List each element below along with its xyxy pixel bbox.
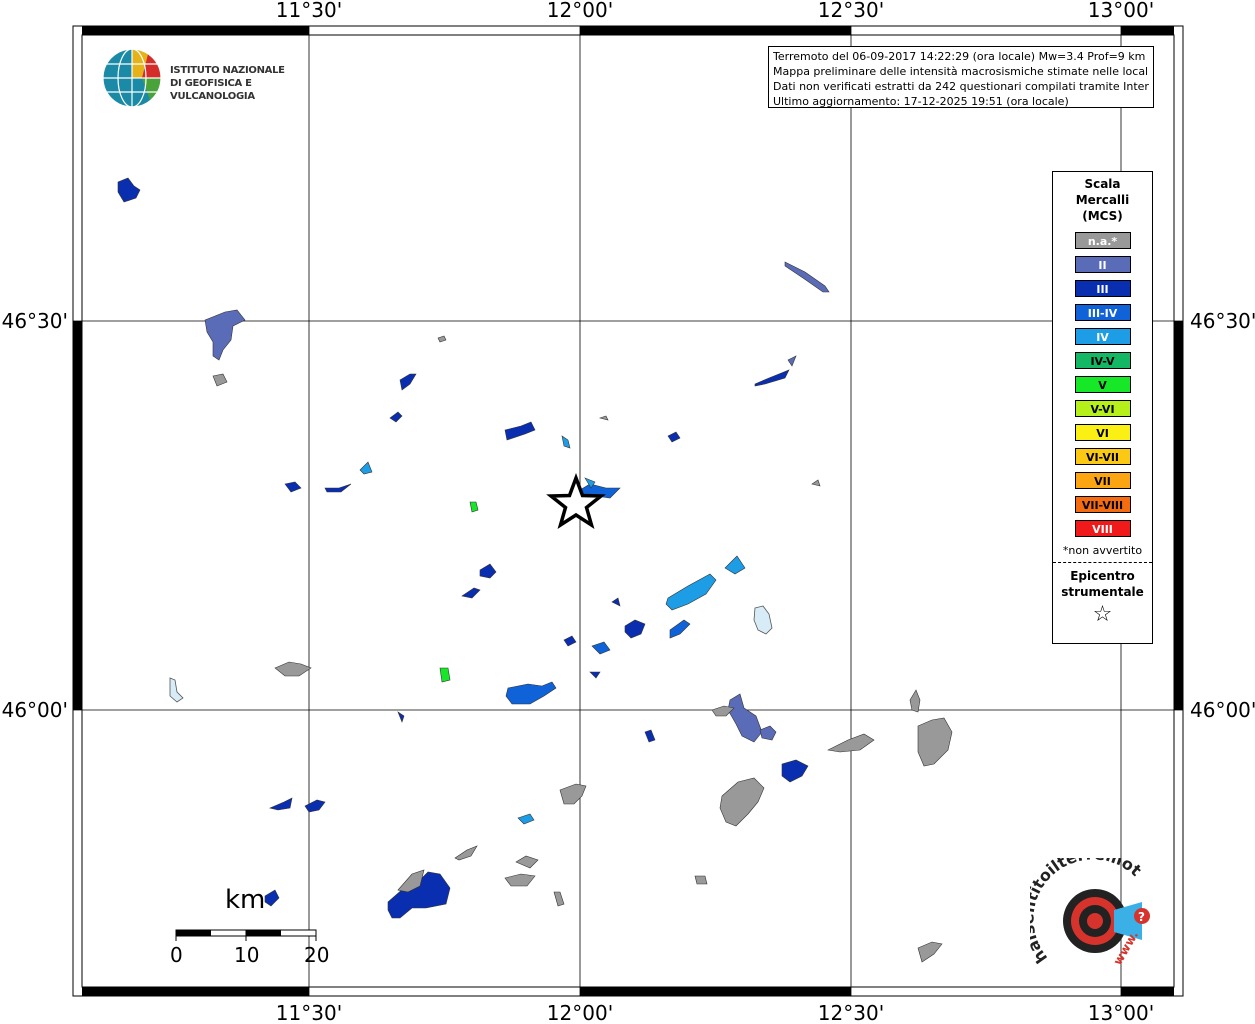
legend-swatch: IV xyxy=(1074,328,1131,345)
bottom-tick-label: 12°30' xyxy=(818,1001,884,1024)
legend-swatch: VI-VII xyxy=(1074,448,1131,465)
legend-swatch: V-VI xyxy=(1074,400,1131,417)
frame-bars xyxy=(73,26,1183,996)
target-icon: haisentitoilterremoto.it ? www. xyxy=(1018,843,1150,968)
legend-swatch: VII-VIII xyxy=(1074,496,1131,513)
map-inner-frame xyxy=(81,34,1175,988)
haisentito-logo: haisentitoilterremoto.it ? www. xyxy=(1018,843,1170,988)
globe-icon xyxy=(102,48,162,108)
legend-swatch: V xyxy=(1074,376,1131,393)
logo-line-1: ISTITUTO NAZIONALE xyxy=(170,65,285,76)
legend-swatch: III xyxy=(1074,280,1131,297)
scale-label: 20 xyxy=(304,943,330,967)
event-info-line: Terremoto del 06-09-2017 14:22:29 (ora l… xyxy=(773,50,1146,63)
legend-swatch: VIII xyxy=(1074,520,1131,537)
municipality-areas xyxy=(117,177,953,963)
legend-swatch: n.a.* xyxy=(1074,232,1131,249)
star-icon: ☆ xyxy=(1092,602,1113,627)
event-info-box: Terremoto del 06-09-2017 14:22:29 (ora l… xyxy=(768,46,1154,108)
graticule xyxy=(73,26,1183,996)
map-outer-frame xyxy=(72,25,1184,997)
intensity-legend: Scala Mercalli (MCS) n.a.* II III III-IV IV I… xyxy=(1052,171,1153,644)
top-tick-label: 11°30' xyxy=(276,0,342,22)
bottom-tick-label: 12°00' xyxy=(547,1001,613,1024)
top-tick-label: 12°30' xyxy=(818,0,884,22)
legend-divider xyxy=(1053,562,1152,563)
left-tick-label: 46°00' xyxy=(2,698,68,722)
legend-swatch: VI xyxy=(1074,424,1131,441)
lakes xyxy=(169,605,773,703)
legend-swatch: II xyxy=(1074,256,1131,273)
legend-title: Scala Mercalli (MCS) xyxy=(1075,177,1130,223)
top-tick-label: 13°00' xyxy=(1088,0,1154,22)
legend-swatch: IV-V xyxy=(1074,352,1131,369)
legend-epicenter-label: Epicentro strumentale xyxy=(1061,569,1144,599)
event-info-line: Ultimo aggiornamento: 17-12-2025 19:51 (… xyxy=(773,95,1069,108)
scale-label: 0 xyxy=(170,943,183,967)
legend-note: *non avvertito xyxy=(1062,544,1143,557)
right-tick-label: 46°00' xyxy=(1190,698,1255,722)
scale-label: 10 xyxy=(234,943,260,967)
svg-text:?: ? xyxy=(1138,910,1145,924)
event-info-line: Mappa preliminare delle intensità macros… xyxy=(773,65,1149,78)
legend-items: n.a.* II III III-IV IV IV-V V V-VI VI VI-VII VII VI… xyxy=(1053,232,1152,537)
legend-swatch: III-IV xyxy=(1074,304,1131,321)
left-tick-label: 46°30' xyxy=(2,309,68,333)
ingv-logo: ISTITUTO NAZIONALE DI GEOFISICA E VULCAN… xyxy=(102,48,322,110)
legend-swatch: VII xyxy=(1074,472,1131,489)
event-info-line: Dati non verificati estratti da 242 ques… xyxy=(773,80,1149,93)
bottom-tick-label: 11°30' xyxy=(276,1001,342,1024)
scale-bar: km 0 10 20 xyxy=(160,885,340,975)
logo-line-2: DI GEOFISICA E VULCANOLOGIA xyxy=(170,78,255,102)
right-tick-label: 46°30' xyxy=(1190,309,1255,333)
scale-bar-graphic xyxy=(175,929,317,941)
top-tick-label: 12°00' xyxy=(547,0,613,22)
bottom-tick-label: 13°00' xyxy=(1088,1001,1154,1024)
